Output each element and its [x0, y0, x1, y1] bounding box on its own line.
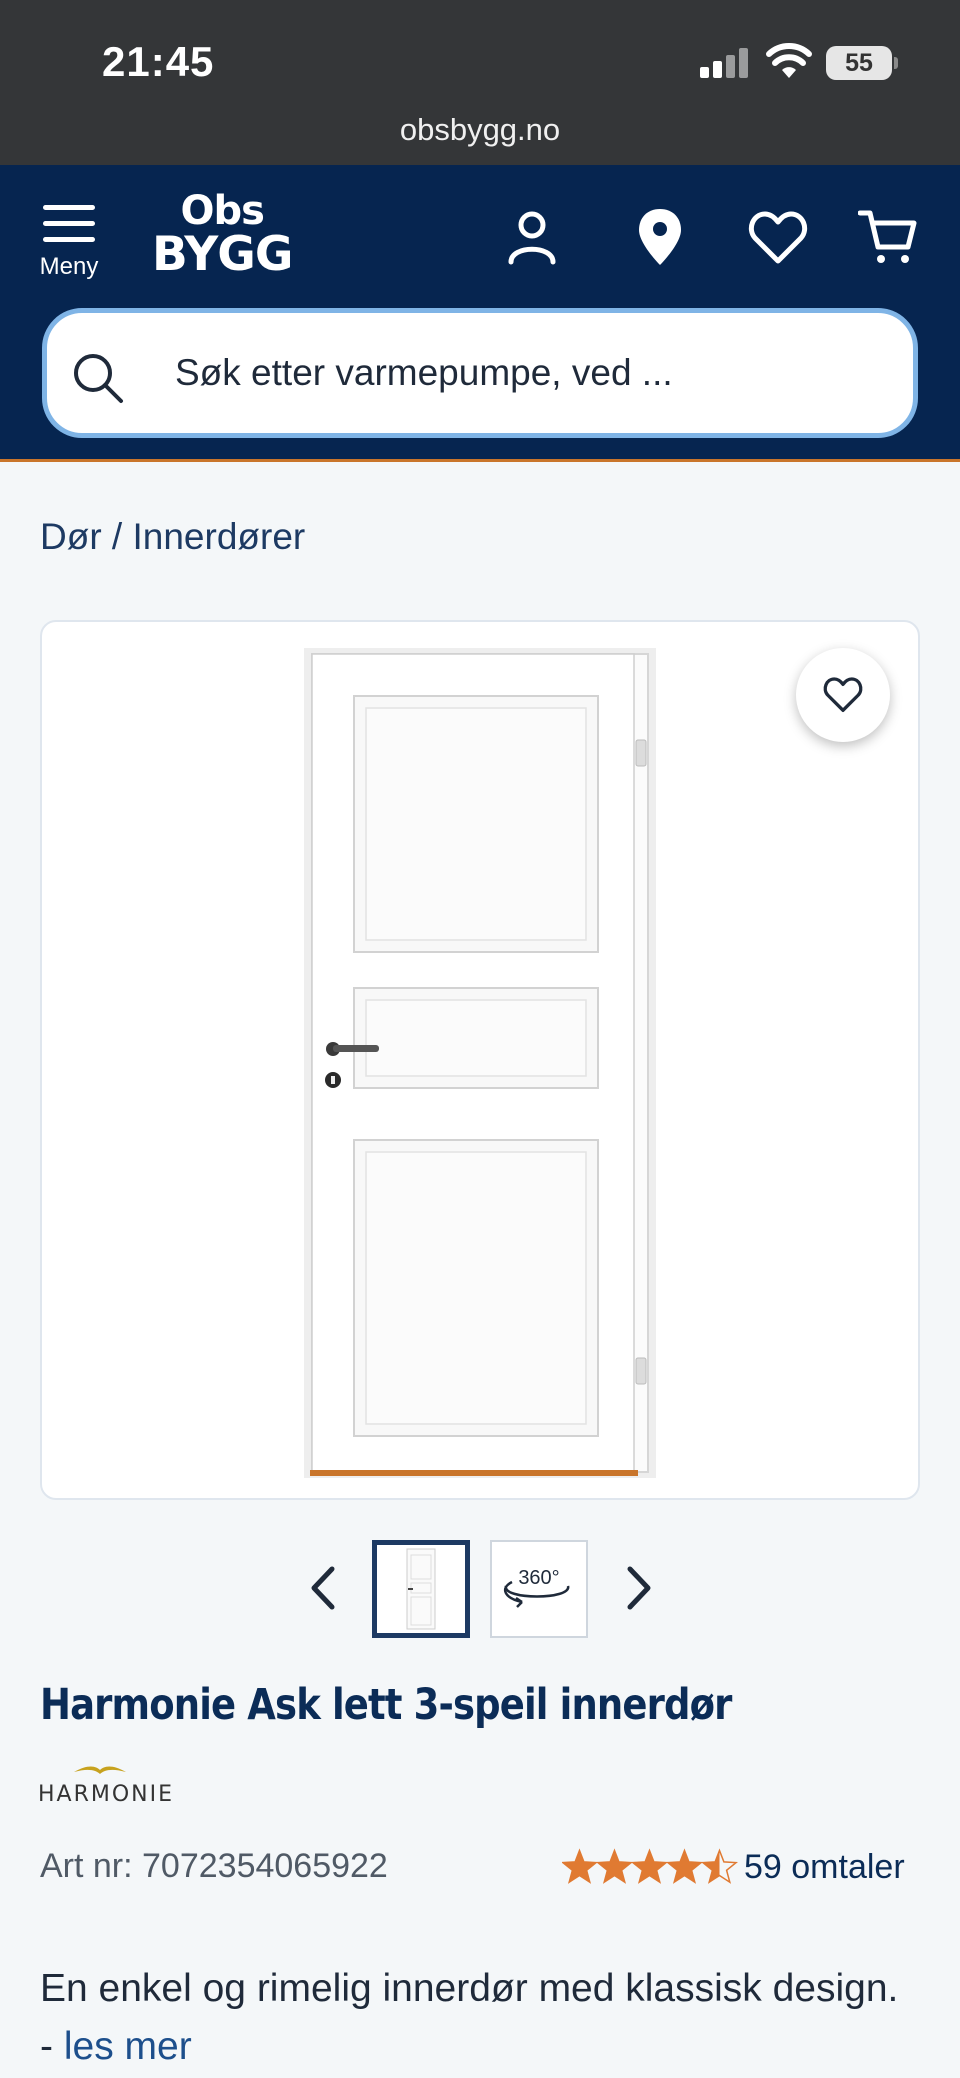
breadcrumb: Dør / Innerdører	[40, 516, 305, 558]
breadcrumb-separator: /	[101, 516, 133, 557]
heart-icon[interactable]	[748, 207, 808, 267]
signal-icon	[700, 48, 750, 78]
heart-icon	[823, 677, 863, 712]
product-rating[interactable]: 59 omtaler	[562, 1845, 905, 1889]
door-image	[304, 648, 656, 1478]
cart-icon[interactable]	[858, 207, 918, 267]
chevron-right-icon[interactable]	[614, 1563, 660, 1613]
star-icon	[630, 1848, 669, 1884]
status-bar: 21:45 55 obsbygg.no	[0, 0, 960, 165]
logo-bottom-text: BYGG	[152, 227, 293, 282]
product-title: Harmonie Ask lett 3-speil innerdør	[40, 1680, 732, 1730]
site-header: Meny Obs BYGG	[0, 165, 960, 462]
search-icon[interactable]	[71, 351, 125, 405]
reviews-link[interactable]: 59 omtaler	[744, 1848, 905, 1887]
brand-name: HARMONIE	[38, 1782, 175, 1807]
star-icon	[562, 1848, 599, 1884]
menu-icon	[43, 205, 95, 243]
star-icon	[700, 1848, 738, 1884]
location-pin-icon[interactable]	[630, 207, 690, 267]
star-rating	[562, 1848, 738, 1884]
favorite-button[interactable]	[796, 648, 890, 742]
product-image[interactable]	[40, 620, 920, 1500]
thumbnail-360[interactable]: 360°	[490, 1540, 588, 1638]
breadcrumb-item-dor[interactable]: Dør	[40, 516, 102, 557]
read-more-link[interactable]: les mer	[64, 2025, 192, 2068]
status-time: 21:45	[102, 38, 215, 85]
door-thumbnail-image	[406, 1548, 436, 1630]
360-view-icon: 360°	[503, 1567, 570, 1608]
user-icon[interactable]	[502, 207, 562, 267]
star-icon	[595, 1848, 634, 1884]
search-input[interactable]	[175, 343, 875, 403]
battery-indicator: 55	[826, 46, 898, 80]
breadcrumb-item-innerdorer[interactable]: Innerdører	[133, 516, 306, 557]
search-bar[interactable]	[42, 308, 918, 438]
logo-top-text: Obs	[180, 188, 265, 234]
menu-button[interactable]: Meny	[36, 205, 102, 281]
chevron-left-icon[interactable]	[302, 1563, 348, 1613]
article-number: Art nr: 7072354065922	[40, 1847, 388, 1885]
product-description: En enkel og rimelig innerdør med klassis…	[40, 1960, 920, 2076]
thumbnail-door[interactable]	[372, 1540, 470, 1638]
obs-bygg-logo[interactable]: Obs BYGG	[152, 188, 293, 282]
star-icon	[665, 1848, 704, 1884]
thumb-360-label: 360°	[518, 1567, 559, 1589]
wifi-icon	[766, 43, 812, 78]
url-bar[interactable]: obsbygg.no	[0, 112, 960, 148]
menu-label: Meny	[39, 253, 99, 280]
